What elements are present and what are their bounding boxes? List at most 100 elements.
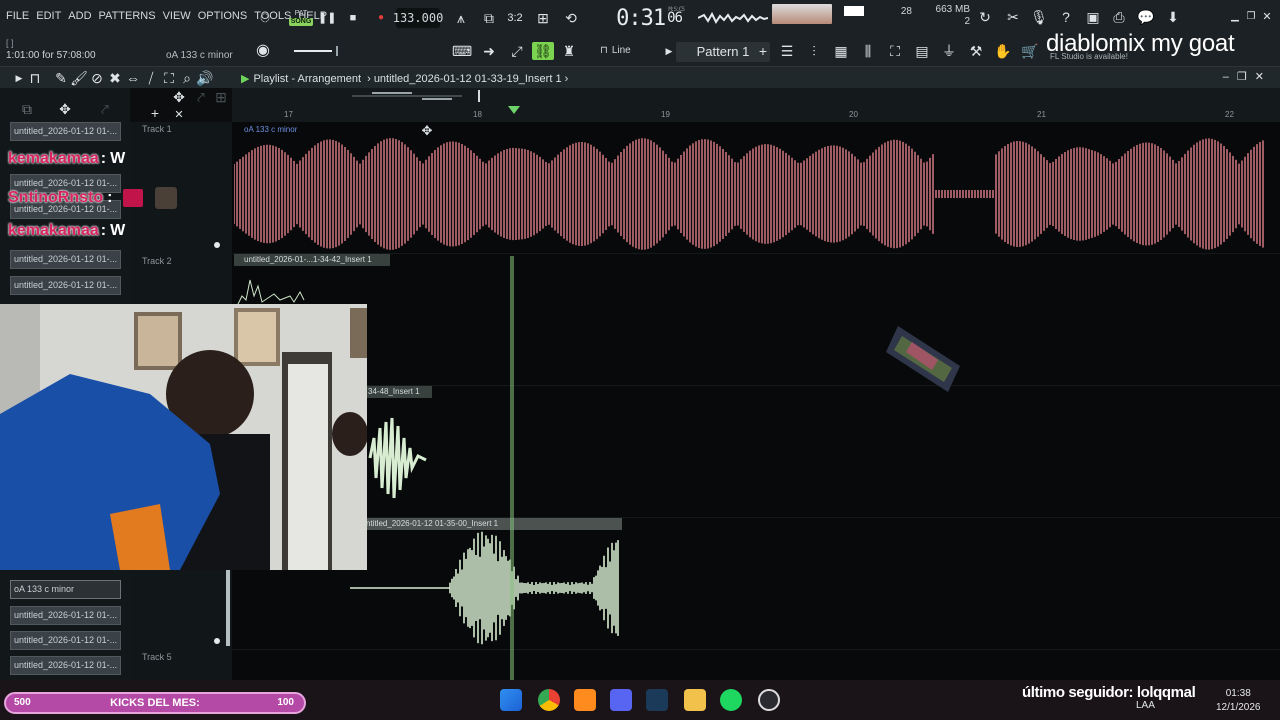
app-icon[interactable] <box>758 689 780 711</box>
playlist-magnet-icon[interactable]: ⊓ <box>26 69 44 87</box>
link-small-icon[interactable]: ⤤ <box>192 88 210 106</box>
record-icon[interactable]: ● <box>372 9 390 27</box>
menu-add[interactable]: ADD <box>68 10 91 22</box>
menu-view[interactable]: VIEW <box>163 10 191 22</box>
select-icon[interactable]: ⛶ <box>160 69 178 87</box>
add-track-icon[interactable]: + <box>146 104 164 122</box>
picker-item-selected[interactable]: oA 133 c minor <box>10 580 121 599</box>
download-icon[interactable]: ⬇ <box>1164 8 1182 26</box>
track-2-label[interactable]: Track 2 <box>142 256 172 266</box>
file-explorer-icon[interactable] <box>684 689 706 711</box>
save-icon[interactable]: ▣ <box>1084 8 1102 26</box>
mute-icon[interactable]: ✖ <box>106 69 124 87</box>
windows-start-icon[interactable] <box>500 689 522 711</box>
tempo-display[interactable]: 133.000 <box>393 8 443 28</box>
timeline-ruler[interactable]: 17 18 19 20 21 22 <box>232 88 1280 122</box>
track-4-mute[interactable] <box>214 638 220 644</box>
picker-item[interactable]: untitled_2026-01-12 01-... <box>10 631 121 650</box>
channel-rack-icon[interactable]: ⫶ <box>805 42 823 60</box>
discord-icon[interactable] <box>610 689 632 711</box>
metronome-icon[interactable]: ⩚ <box>452 9 470 27</box>
chrome-icon[interactable] <box>538 689 560 711</box>
pencil-icon[interactable]: ✎ <box>52 69 70 87</box>
move-cursor-icon: ✥ <box>421 123 433 138</box>
snap-selector[interactable]: ⊓ Line <box>600 42 660 60</box>
track-1-mute[interactable] <box>214 242 220 248</box>
slide-icon[interactable]: ⤢ <box>508 42 526 60</box>
step-sequencer-icon[interactable]: ▦ <box>832 42 850 60</box>
audio-clip-1[interactable]: oA 133 c minor <box>234 124 1264 252</box>
touch-icon[interactable]: ✋ <box>994 42 1012 60</box>
picker-item[interactable]: untitled_2026-01-12 01-... <box>10 606 121 625</box>
pause-icon[interactable]: ❚❚ <box>318 9 336 27</box>
arrangement-grid[interactable]: oA 133 c minor untitled_2026-01-...1-34-… <box>232 122 1280 680</box>
chat-icon[interactable]: 💬 <box>1137 8 1155 26</box>
mixer-icon[interactable]: ⫼ <box>859 42 877 60</box>
language-indicator[interactable]: LAA <box>1136 700 1155 711</box>
link-icon[interactable]: ⛓ <box>532 42 554 60</box>
piano-roll-icon[interactable]: ⌨ <box>452 42 472 60</box>
arrow-icon[interactable]: ➜ <box>480 42 498 60</box>
main-volume-knob-icon[interactable]: ◉ <box>254 42 272 60</box>
plugin-icon[interactable]: ⏚ <box>940 42 958 60</box>
picker-a-icon[interactable]: ⧉ <box>18 100 36 118</box>
playback-marker[interactable] <box>508 106 520 114</box>
audio-clip-4[interactable]: ntitled_2026-01-12 01-35-00_Insert 1 <box>350 518 622 648</box>
playlist-window-controls[interactable]: ‒❐✕ <box>1223 70 1272 83</box>
paint-icon[interactable]: 🖌 <box>70 69 88 87</box>
playlist-icon[interactable]: ☰ <box>778 42 796 60</box>
stamp-icon[interactable]: ♜ <box>560 42 578 60</box>
hint-bracket: [ ] <box>6 38 14 48</box>
taskbar: 500 KICKS DEL MES: 100 último seguidor: … <box>0 680 1280 720</box>
delete-icon[interactable]: ⊘ <box>88 69 106 87</box>
microphone-icon[interactable]: 🎙 <box>1030 8 1048 26</box>
close-icon[interactable]: ✕ <box>1258 8 1276 26</box>
add-pattern-icon[interactable]: + <box>754 42 772 60</box>
timeline-overview[interactable] <box>352 90 482 102</box>
fl-update-notice[interactable]: FL Studio is available! <box>1050 52 1128 61</box>
fl-studio-icon[interactable] <box>574 689 596 711</box>
picker-item[interactable]: untitled_2026-01-12 01-... <box>10 122 121 141</box>
render-icon[interactable]: ⎙ <box>1110 8 1128 26</box>
menu-file[interactable]: FILE <box>6 10 29 22</box>
audio-clip-3[interactable]: 34-48_Insert 1 <box>366 386 432 506</box>
wait-input-icon[interactable]: ⧉ <box>480 9 498 27</box>
stop-icon[interactable]: ■ <box>344 9 362 27</box>
slice-icon[interactable]: ⧸ <box>142 69 160 87</box>
zoom-icon[interactable]: ⌕ <box>178 69 196 87</box>
picker-item[interactable]: untitled_2026-01-12 01-... <box>10 276 121 295</box>
loop-record-icon[interactable]: ⟲ <box>562 9 580 27</box>
main-pitch-slider[interactable] <box>294 46 344 56</box>
scissors-icon[interactable]: ✂ <box>1004 8 1022 26</box>
playhead[interactable] <box>510 256 514 680</box>
track-scrollbar[interactable] <box>226 570 230 646</box>
pat-song-toggle[interactable]: PAT SONG <box>288 6 314 30</box>
zoom-move-icon[interactable]: ✥ <box>170 88 188 106</box>
help-icon[interactable]: ? <box>1057 8 1075 26</box>
project-icon[interactable]: ▤ <box>913 42 931 60</box>
track-5-label[interactable]: Track 5 <box>142 652 172 662</box>
song-time-display[interactable]: 0:31 06 M:S:CS <box>612 2 686 34</box>
menu-patterns[interactable]: PATTERNS <box>99 10 156 22</box>
track-1-label[interactable]: Track 1 <box>142 124 172 134</box>
browser-icon[interactable]: ⛶ <box>886 42 904 60</box>
refresh-icon[interactable]: ↻ <box>976 8 994 26</box>
tuner-icon[interactable]: ⚒ <box>967 42 985 60</box>
playback-icon[interactable]: 🔊 <box>196 69 214 87</box>
steam-icon[interactable] <box>646 689 668 711</box>
grid-small-icon[interactable]: ⊞ <box>212 88 230 106</box>
spotify-icon[interactable] <box>720 689 742 711</box>
picker-item[interactable]: untitled_2026-01-12 01-... <box>10 656 121 675</box>
audio-clip-2[interactable]: untitled_2026-01-...1-34-42_Insert 1 <box>234 254 392 306</box>
step-edit-icon[interactable]: ⊞ <box>534 9 552 27</box>
system-clock[interactable]: 01:38 12/1/2026 <box>1216 687 1261 715</box>
menu-options[interactable]: OPTIONS <box>198 10 248 22</box>
magnet-icon: ⊓ <box>600 45 608 56</box>
menu-edit[interactable]: EDIT <box>36 10 61 22</box>
countdown-icon[interactable]: 3:2 <box>506 9 524 27</box>
slip-icon[interactable]: ⇔ <box>124 69 142 87</box>
cart-icon[interactable]: 🛒 <box>1021 42 1039 60</box>
picker-b-icon[interactable]: ✥ <box>56 100 74 118</box>
picker-item[interactable]: untitled_2026-01-12 01-... <box>10 250 121 269</box>
picker-c-icon[interactable]: ⤤ <box>96 100 114 118</box>
